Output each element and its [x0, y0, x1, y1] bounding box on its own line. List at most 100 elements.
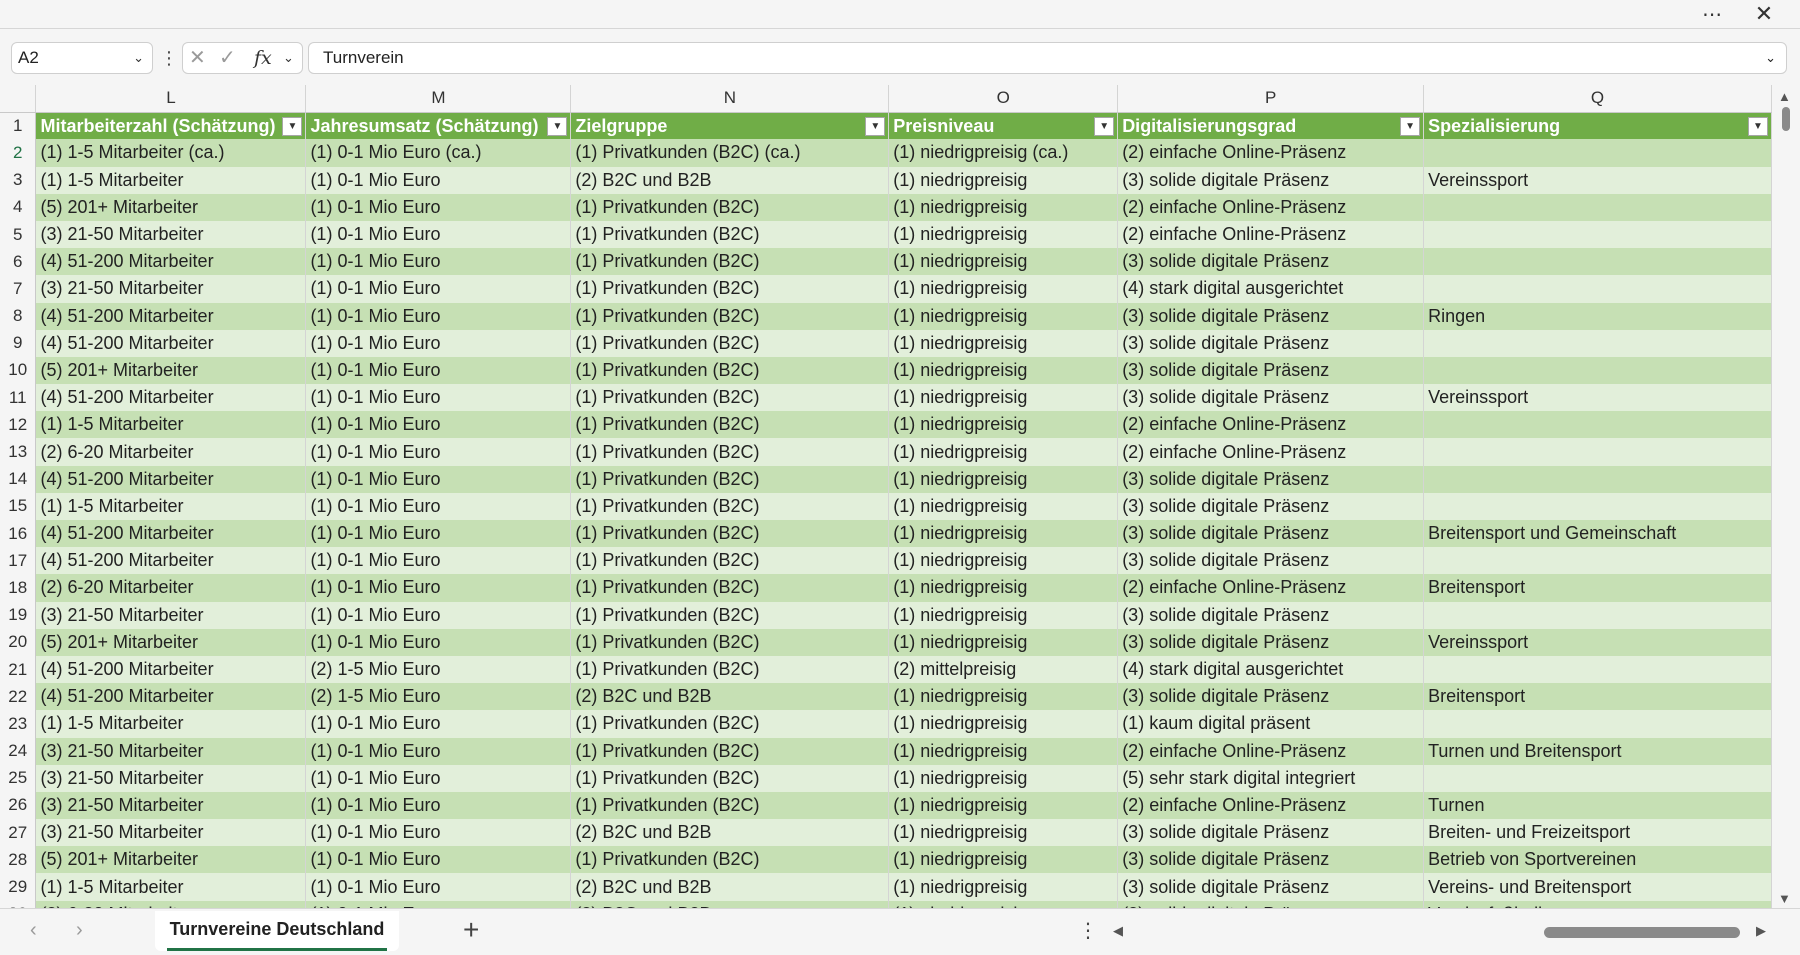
- row-number[interactable]: 25: [0, 764, 37, 792]
- table-cell[interactable]: (3) solide digitale Präsenz: [1117, 492, 1425, 520]
- table-cell[interactable]: (1) niedrigpreisig: [888, 628, 1119, 656]
- table-cell[interactable]: [1423, 465, 1772, 493]
- table-cell[interactable]: (1) Privatkunden (B2C): [570, 193, 890, 221]
- table-cell[interactable]: (3) solide digitale Präsenz: [1117, 846, 1425, 874]
- table-cell[interactable]: (1) Privatkunden (B2C): [570, 492, 890, 520]
- table-cell[interactable]: (1) Privatkunden (B2C): [570, 384, 890, 412]
- scroll-right-icon[interactable]: ▶: [1756, 923, 1766, 939]
- table-cell[interactable]: (1) niedrigpreisig: [888, 275, 1119, 303]
- table-cell[interactable]: [1423, 764, 1772, 792]
- table-cell[interactable]: Breitensport: [1423, 574, 1772, 602]
- row-number[interactable]: 27: [0, 819, 37, 847]
- table-cell[interactable]: (2) 6-20 Mitarbeiter: [35, 574, 307, 602]
- table-cell[interactable]: (4) 51-200 Mitarbeiter: [35, 520, 307, 548]
- table-cell[interactable]: (1) Privatkunden (B2C): [570, 411, 890, 439]
- close-icon[interactable]: ✕: [1750, 1, 1778, 26]
- table-cell[interactable]: (1) niedrigpreisig: [888, 547, 1119, 575]
- table-cell[interactable]: (1) Privatkunden (B2C): [570, 220, 890, 249]
- table-cell[interactable]: (3) solide digitale Präsenz: [1117, 900, 1425, 908]
- table-cell[interactable]: [1423, 655, 1772, 684]
- table-cell[interactable]: Breitensport und Gemeinschaft: [1423, 520, 1772, 548]
- table-cell[interactable]: (1) Privatkunden (B2C): [570, 520, 890, 548]
- table-cell[interactable]: (1) Privatkunden (B2C): [570, 356, 890, 385]
- table-cell[interactable]: Vereinsfußball: [1423, 900, 1772, 908]
- table-cell[interactable]: (1) niedrigpreisig: [888, 329, 1119, 357]
- table-cell[interactable]: [1423, 492, 1772, 520]
- table-cell[interactable]: (1) niedrigpreisig: [888, 520, 1119, 548]
- table-header-cell[interactable]: Zielgruppe ▼: [570, 112, 890, 140]
- table-cell[interactable]: (1) 0-1 Mio Euro: [305, 356, 572, 385]
- table-cell[interactable]: Ringen: [1423, 302, 1772, 330]
- table-cell[interactable]: Vereinssport: [1423, 628, 1772, 656]
- scroll-left-icon[interactable]: ◀: [1113, 923, 1123, 939]
- table-cell[interactable]: (1) Privatkunden (B2C): [570, 601, 890, 629]
- table-cell[interactable]: (4) 51-200 Mitarbeiter: [35, 302, 307, 330]
- table-cell[interactable]: Turnen und Breitensport: [1423, 737, 1772, 765]
- table-cell[interactable]: (5) 201+ Mitarbeiter: [35, 356, 307, 385]
- add-sheet-icon[interactable]: +: [463, 914, 479, 946]
- table-cell[interactable]: (1) 1-5 Mitarbeiter: [35, 710, 307, 738]
- table-cell[interactable]: [1423, 356, 1772, 385]
- table-cell[interactable]: (1) niedrigpreisig: [888, 384, 1119, 412]
- row-number[interactable]: 7: [0, 275, 37, 303]
- table-cell[interactable]: (1) 1-5 Mitarbeiter: [35, 492, 307, 520]
- table-cell[interactable]: (1) Privatkunden (B2C): [570, 710, 890, 738]
- filter-dropdown-icon[interactable]: ▼: [547, 116, 568, 136]
- table-cell[interactable]: (1) niedrigpreisig: [888, 819, 1119, 847]
- row-number[interactable]: 28: [0, 846, 37, 874]
- table-cell[interactable]: Betrieb von Sportvereinen: [1423, 846, 1772, 874]
- row-number[interactable]: 14: [0, 465, 37, 493]
- table-header-cell[interactable]: Spezialisierung ▼: [1423, 112, 1772, 140]
- table-cell[interactable]: (1) Privatkunden (B2C): [570, 628, 890, 656]
- table-cell[interactable]: (1) 0-1 Mio Euro: [305, 166, 572, 194]
- vertical-scroll-thumb[interactable]: [1782, 107, 1790, 131]
- table-cell[interactable]: (1) 0-1 Mio Euro: [305, 846, 572, 874]
- column-header-o[interactable]: O: [888, 85, 1119, 113]
- row-number[interactable]: 19: [0, 601, 37, 629]
- table-cell[interactable]: (1) niedrigpreisig: [888, 601, 1119, 629]
- table-cell[interactable]: (1) Privatkunden (B2C): [570, 275, 890, 303]
- column-header-n[interactable]: N: [570, 85, 890, 113]
- column-header-p[interactable]: P: [1117, 85, 1425, 113]
- table-cell[interactable]: [1423, 275, 1772, 303]
- table-cell[interactable]: (4) stark digital ausgerichtet: [1117, 655, 1425, 684]
- table-cell[interactable]: [1423, 411, 1772, 439]
- row-number[interactable]: 4: [0, 193, 37, 221]
- row-number[interactable]: 23: [0, 710, 37, 738]
- filter-dropdown-icon[interactable]: ▼: [1400, 116, 1421, 136]
- table-cell[interactable]: (1) niedrigpreisig: [888, 574, 1119, 602]
- scroll-down-icon[interactable]: ▼: [1778, 891, 1791, 906]
- sheet-tab-active[interactable]: Turnvereine Deutschland: [155, 911, 399, 951]
- row-number[interactable]: 30: [0, 900, 37, 908]
- table-cell[interactable]: (1) niedrigpreisig: [888, 710, 1119, 738]
- table-cell[interactable]: (2) 6-20 Mitarbeiter: [35, 900, 307, 908]
- table-cell[interactable]: (3) 21-50 Mitarbeiter: [35, 764, 307, 792]
- table-cell[interactable]: Breiten- und Freizeitsport: [1423, 819, 1772, 847]
- chevron-down-icon[interactable]: ⌄: [133, 43, 144, 73]
- table-cell[interactable]: (1) 0-1 Mio Euro: [305, 248, 572, 276]
- table-cell[interactable]: (3) solide digitale Präsenz: [1117, 465, 1425, 493]
- table-cell[interactable]: (4) stark digital ausgerichtet: [1117, 275, 1425, 303]
- row-number[interactable]: 13: [0, 438, 37, 466]
- row-number[interactable]: 12: [0, 411, 37, 439]
- row-number[interactable]: 2: [0, 139, 37, 167]
- table-cell[interactable]: [1423, 193, 1772, 221]
- table-cell[interactable]: (4) 51-200 Mitarbeiter: [35, 547, 307, 575]
- table-cell[interactable]: (1) 0-1 Mio Euro: [305, 520, 572, 548]
- table-cell[interactable]: (2) einfache Online-Präsenz: [1117, 574, 1425, 602]
- table-cell[interactable]: (2) einfache Online-Präsenz: [1117, 220, 1425, 249]
- table-cell[interactable]: (2) einfache Online-Präsenz: [1117, 438, 1425, 466]
- table-cell[interactable]: (3) solide digitale Präsenz: [1117, 873, 1425, 901]
- table-cell[interactable]: (1) niedrigpreisig: [888, 356, 1119, 385]
- table-cell[interactable]: [1423, 248, 1772, 276]
- table-cell[interactable]: [1423, 139, 1772, 167]
- table-cell[interactable]: (4) 51-200 Mitarbeiter: [35, 384, 307, 412]
- table-cell[interactable]: (1) 0-1 Mio Euro: [305, 384, 572, 412]
- table-cell[interactable]: (1) niedrigpreisig: [888, 846, 1119, 874]
- table-cell[interactable]: (1) 0-1 Mio Euro: [305, 873, 572, 901]
- table-cell[interactable]: (2) B2C und B2B: [570, 900, 890, 908]
- table-cell[interactable]: Vereins- und Breitensport: [1423, 873, 1772, 901]
- row-number[interactable]: 17: [0, 547, 37, 575]
- row-number[interactable]: 1: [0, 112, 37, 140]
- table-cell[interactable]: [1423, 547, 1772, 575]
